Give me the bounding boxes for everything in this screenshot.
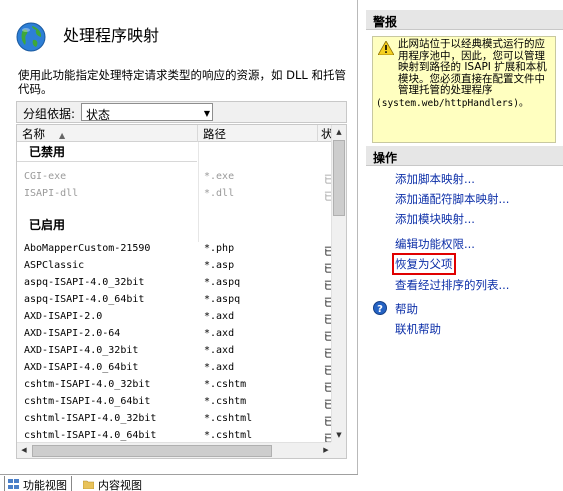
- add-wildcard-script-map-link[interactable]: 添加通配符脚本映射...: [395, 191, 509, 207]
- content-view-icon: [83, 480, 94, 489]
- handler-name: cshtm-ISAPI-4.0_32bit: [24, 379, 151, 390]
- handler-name: cshtml-ISAPI-4.0_64bit: [24, 430, 157, 441]
- view-tabs: 功能视图 内容视图: [0, 474, 358, 491]
- handler-path: *.axd: [204, 311, 235, 322]
- table-row[interactable]: AXD-ISAPI-4.0_64bit *.axd 已: [17, 359, 333, 377]
- page-title: 处理程序映射: [63, 26, 160, 45]
- table-row[interactable]: ASPClassic *.asp 已: [17, 257, 333, 275]
- revert-to-parent-link[interactable]: 恢复为父项: [392, 253, 456, 275]
- horizontal-scrollbar[interactable]: ◀ ▶: [17, 442, 333, 458]
- group-header-disabled[interactable]: 已禁用: [29, 143, 65, 160]
- handler-list[interactable]: 名称 ▲ 路径 状 已禁用 CGI-exe *.exe 已 ISAPI-dll *.dll…: [16, 124, 347, 459]
- page-description: 使用此功能指定处理特定请求类型的响应的资源，如 DLL 和托管代码。: [18, 68, 346, 96]
- handler-path: *.php: [204, 243, 235, 254]
- table-row[interactable]: CGI-exe *.exe 已: [17, 168, 333, 186]
- handler-name: AboMapperCustom-21590: [24, 243, 151, 254]
- handler-name: AXD-ISAPI-4.0_32bit: [24, 345, 139, 356]
- globe-icon: [16, 22, 46, 52]
- scroll-up-button[interactable]: ▲: [332, 125, 346, 140]
- group-by-select[interactable]: 状态 ▼: [81, 103, 213, 122]
- add-script-map-link[interactable]: 添加脚本映射...: [395, 171, 475, 187]
- dropdown-arrow-icon[interactable]: ▼: [204, 109, 210, 118]
- classic-mode-alert: 此网站位于以经典模式运行的应用程序池中，因此，您可以管理映射到路径的 ISAPI…: [372, 36, 556, 143]
- features-view-icon: [8, 479, 19, 489]
- handler-path: *.cshtm: [204, 379, 247, 390]
- handler-path: *.cshtml: [204, 430, 253, 441]
- table-row[interactable]: cshtm-ISAPI-4.0_64bit *.cshtm 已: [17, 393, 333, 411]
- handler-name: ISAPI-dll: [24, 188, 79, 199]
- help-icon: ?: [373, 301, 387, 315]
- group-by-label: 分组依据:: [23, 107, 76, 121]
- table-row[interactable]: AboMapperCustom-21590 *.php 已: [17, 240, 333, 258]
- handler-name: AXD-ISAPI-2.0-64: [24, 328, 121, 339]
- main-pane: 处理程序映射 使用此功能指定处理特定请求类型的响应的资源，如 DLL 和托管代码…: [0, 0, 358, 491]
- warning-icon: [378, 41, 394, 55]
- handler-path: *.aspq: [204, 277, 241, 288]
- table-row[interactable]: ISAPI-dll *.dll 已: [17, 185, 333, 203]
- handler-path: *.axd: [204, 345, 235, 356]
- tab-features-view[interactable]: 功能视图: [4, 476, 72, 491]
- edit-feature-permissions-link[interactable]: 编辑功能权限...: [395, 236, 475, 252]
- actions-panel: 警报 此网站位于以经典模式运行的应用程序池中，因此，您可以管理映射到路径的 IS…: [366, 10, 563, 491]
- column-header-path[interactable]: 路径: [198, 125, 318, 142]
- svg-text:?: ?: [377, 304, 383, 315]
- tab-content-view[interactable]: 内容视图: [80, 476, 146, 491]
- list-header: 名称 ▲ 路径 状: [17, 125, 333, 142]
- scroll-left-button[interactable]: ◀: [17, 443, 31, 458]
- handler-path: *.cshtm: [204, 396, 247, 407]
- column-header-name[interactable]: 名称 ▲: [17, 125, 198, 142]
- handler-path: *.exe: [204, 171, 235, 182]
- actions-header: 操作: [366, 146, 563, 166]
- list-body: 已禁用 CGI-exe *.exe 已 ISAPI-dll *.dll 已 已启用 Abo…: [17, 142, 333, 442]
- view-ordered-list-link[interactable]: 查看经过排序的列表...: [395, 277, 509, 293]
- help-link[interactable]: 帮助: [395, 301, 418, 317]
- scroll-down-button[interactable]: ▼: [332, 428, 346, 443]
- table-row[interactable]: AXD-ISAPI-2.0-64 *.axd 已: [17, 325, 333, 343]
- handler-name: cshtml-ISAPI-4.0_32bit: [24, 413, 157, 424]
- handler-path: *.axd: [204, 328, 235, 339]
- table-row[interactable]: AXD-ISAPI-4.0_32bit *.axd 已: [17, 342, 333, 360]
- table-row[interactable]: cshtml-ISAPI-4.0_64bit *.cshtml 已: [17, 427, 333, 442]
- handler-name: ASPClassic: [24, 260, 85, 271]
- table-row[interactable]: cshtm-ISAPI-4.0_32bit *.cshtm 已: [17, 376, 333, 394]
- online-help-link[interactable]: 联机帮助: [395, 321, 441, 337]
- handler-name: CGI-exe: [24, 171, 67, 182]
- table-row[interactable]: aspq-ISAPI-4.0_32bit *.aspq 已: [17, 274, 333, 292]
- handler-name: AXD-ISAPI-4.0_64bit: [24, 362, 139, 373]
- handler-path: *.axd: [204, 362, 235, 373]
- group-by-bar: 分组依据: 状态 ▼: [16, 101, 347, 123]
- group-by-value: 状态: [86, 108, 111, 122]
- alerts-header: 警报: [366, 10, 563, 30]
- handler-path: *.dll: [204, 188, 235, 199]
- handler-path: *.cshtml: [204, 413, 253, 424]
- add-module-map-link[interactable]: 添加模块映射...: [395, 211, 475, 227]
- alert-message: 此网站位于以经典模式运行的应用程序池中，因此，您可以管理映射到路径的 ISAPI…: [398, 38, 547, 97]
- group-header-enabled[interactable]: 已启用: [29, 216, 65, 233]
- handler-name: aspq-ISAPI-4.0_32bit: [24, 277, 145, 288]
- table-row[interactable]: cshtml-ISAPI-4.0_32bit *.cshtml 已: [17, 410, 333, 428]
- table-row[interactable]: AXD-ISAPI-2.0 *.axd 已: [17, 308, 333, 326]
- sort-ascending-icon: ▲: [59, 131, 66, 140]
- alert-config-path: (system.web/httpHandlers)。: [376, 97, 529, 109]
- handler-name: cshtm-ISAPI-4.0_64bit: [24, 396, 151, 407]
- table-row[interactable]: aspq-ISAPI-4.0_64bit *.aspq 已: [17, 291, 333, 309]
- vertical-scroll-thumb[interactable]: [333, 140, 345, 216]
- handler-path: *.asp: [204, 260, 235, 271]
- handler-path: *.aspq: [204, 294, 241, 305]
- handler-name: AXD-ISAPI-2.0: [24, 311, 103, 322]
- handler-name: aspq-ISAPI-4.0_64bit: [24, 294, 145, 305]
- horizontal-scroll-thumb[interactable]: [32, 445, 272, 457]
- vertical-scrollbar[interactable]: ▲ ▼: [331, 125, 346, 443]
